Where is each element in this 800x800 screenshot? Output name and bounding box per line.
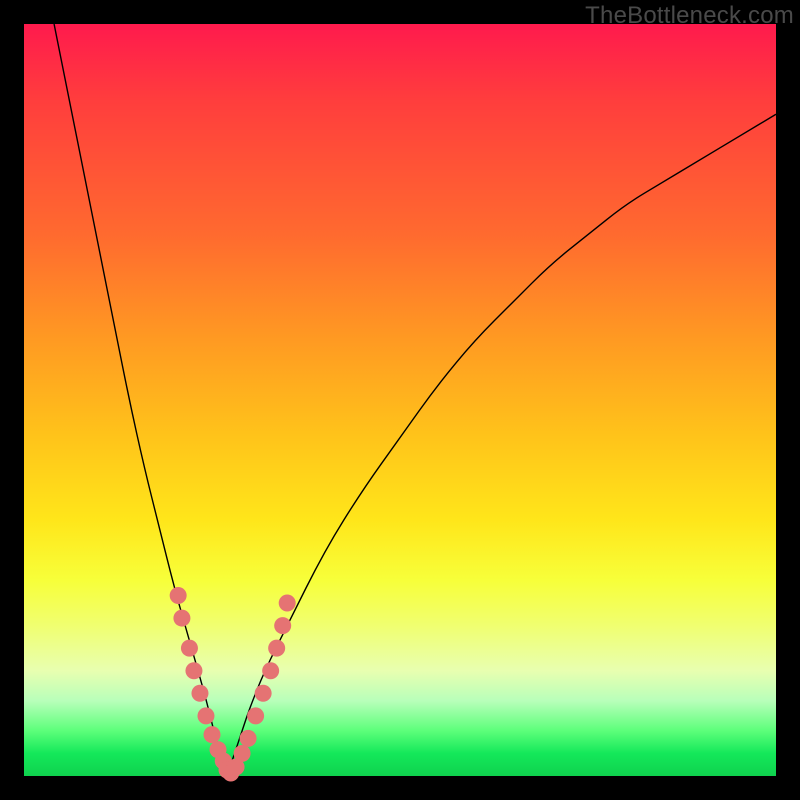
- marker-dot: [234, 745, 251, 762]
- marker-dot: [204, 726, 221, 743]
- chart-frame: TheBottleneck.com: [0, 0, 800, 800]
- marker-dot: [170, 587, 187, 604]
- marker-dot: [262, 662, 279, 679]
- marker-dot: [247, 707, 264, 724]
- marker-dot: [240, 730, 257, 747]
- marker-dot: [185, 662, 202, 679]
- marker-dot: [197, 707, 214, 724]
- marker-dot: [181, 640, 198, 657]
- marker-dot: [279, 595, 296, 612]
- marker-dot: [255, 685, 272, 702]
- marker-dot: [268, 640, 285, 657]
- marker-dot: [191, 685, 208, 702]
- watermark-text: TheBottleneck.com: [585, 2, 794, 30]
- right-branch-curve: [227, 114, 776, 776]
- plot-area: [24, 24, 776, 776]
- marker-dot: [274, 617, 291, 634]
- curve-layer: [24, 24, 776, 776]
- marker-dot: [173, 610, 190, 627]
- left-branch-curve: [54, 24, 227, 776]
- marker-group: [170, 587, 296, 781]
